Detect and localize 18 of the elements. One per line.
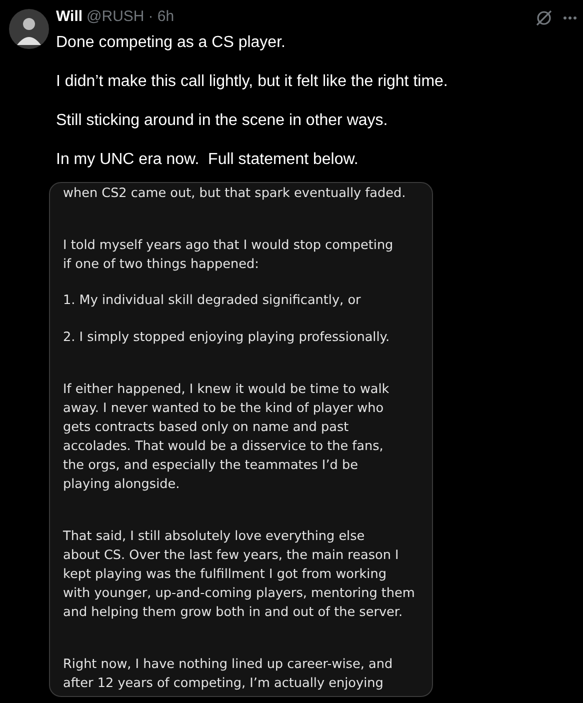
slashed-circle-icon[interactable] [535, 8, 553, 26]
document-paragraph: If either happened, I knew it would be time to walk away. I never wanted to be the kind of player who gets contracts based only on name and past accolades. That would be a disservice to the fans, the orgs, and especially the teammates I’d be playing alongside. [63, 381, 390, 494]
document-paragraph: That said, I still absolutely love everything else about CS. Over the last few years, the main reason I kept playing was the fulfillment I got from working with younger, up-and-coming players, mentoring them and helping them grow both in and out of the server. [63, 528, 415, 622]
document-paragraph: when CS2 came out, but that spark eventually faded. [63, 185, 406, 203]
avatar-icon[interactable] [9, 9, 49, 49]
document-paragraph: I told myself years ago that I would stop competing if one of two things happened: [63, 237, 394, 274]
post-text: I didn’t make this call lightly, but it felt like the right time. [56, 72, 449, 92]
attached-document-image[interactable] [49, 182, 433, 697]
author-name[interactable]: Will [56, 6, 83, 29]
post-time[interactable]: · 6h [148, 6, 174, 29]
document-paragraph: Right now, I have nothing lined up career-wise, and after 12 years of competing, I’m actually enjoying [63, 656, 393, 693]
author-handle[interactable]: @RUSH [86, 6, 144, 29]
more-icon[interactable] [563, 16, 577, 20]
document-paragraph: 2. I simply stopped enjoying playing professionally. [63, 329, 390, 347]
post-text: In my UNC era now. Full statement below. [56, 150, 360, 170]
post-text: Still sticking around in the scene in other ways. [56, 111, 389, 131]
post-text: Done competing as a CS player. [56, 33, 286, 53]
document-paragraph: 1. My individual skill degraded significantly, or [63, 292, 361, 310]
